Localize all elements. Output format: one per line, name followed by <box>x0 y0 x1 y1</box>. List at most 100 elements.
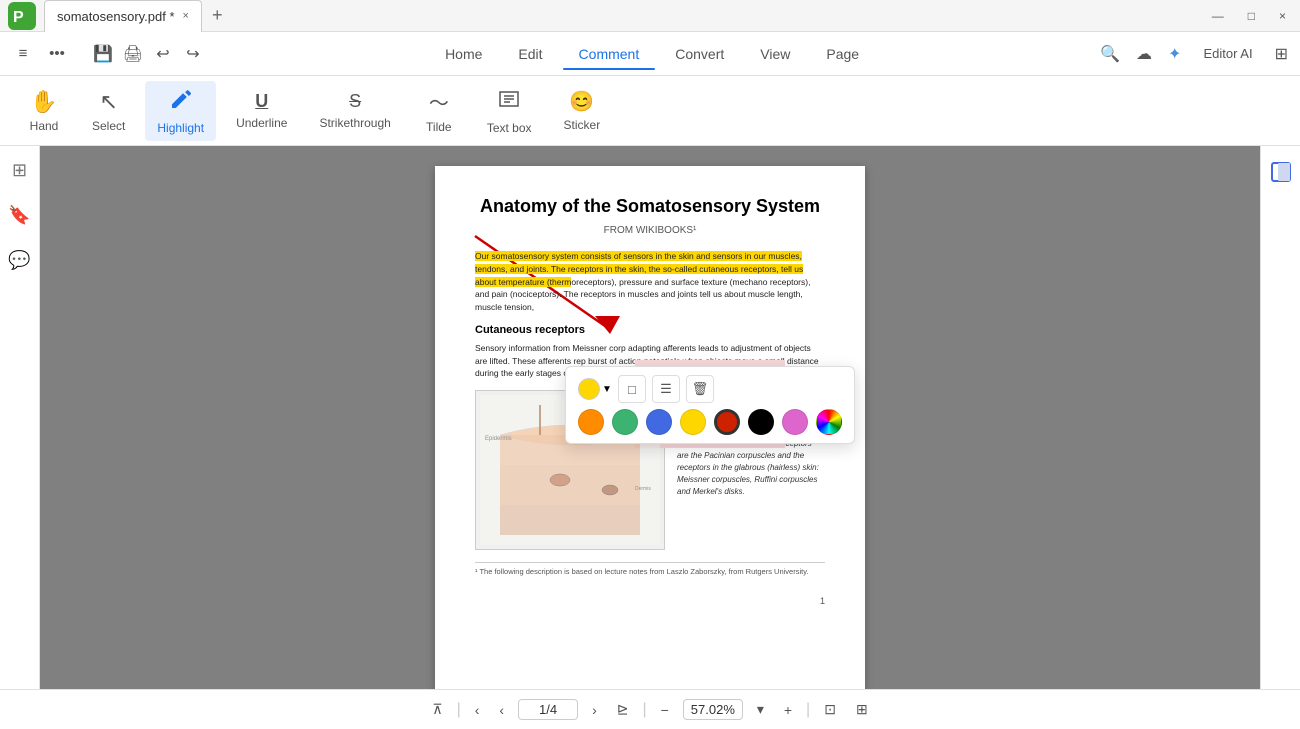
hand-tool-btn[interactable]: ✋ Hand <box>16 83 72 139</box>
sidebar-comment-icon[interactable]: 💬 <box>2 244 36 277</box>
hand-icon: ✋ <box>30 89 57 115</box>
strikethrough-icon: S <box>349 91 361 112</box>
tab-close-btn[interactable]: × <box>183 10 189 22</box>
current-color-swatch[interactable] <box>578 378 600 400</box>
search-btn[interactable]: 🔍 <box>1096 40 1124 68</box>
nav-comment[interactable]: Comment <box>563 40 656 68</box>
page-number: 1 <box>475 596 825 606</box>
textbox-tool-btn[interactable]: Text box <box>475 81 544 141</box>
main-content: ⊞ 🔖 💬 Anatomy of the Somatosensory Syste… <box>0 146 1300 689</box>
nav-edit[interactable]: Edit <box>502 40 558 68</box>
nav-prev-btn[interactable]: ‹ <box>493 698 510 722</box>
highlight-tool-btn[interactable]: Highlight <box>145 81 216 141</box>
print-btn[interactable]: 🖨 <box>118 39 148 69</box>
underline-icon: U <box>255 91 268 112</box>
divider-1: | <box>457 701 461 719</box>
redo-btn[interactable]: ↪ <box>178 39 208 69</box>
color-pink[interactable] <box>782 409 808 435</box>
popup-delete-btn[interactable]: 🗑 <box>686 375 714 403</box>
undo-btn[interactable]: ↩ <box>148 39 178 69</box>
editor-ai-label: Editor AI <box>1203 46 1252 61</box>
right-panel-icon[interactable] <box>1263 154 1299 196</box>
go-first-page-btn[interactable]: ⊼ <box>426 697 448 722</box>
nav-view[interactable]: View <box>744 40 806 68</box>
menubar-right: 🔍 ☁ ✦ Editor AI ⊞ <box>1096 40 1292 68</box>
sticker-tool-btn[interactable]: 😊 Sticker <box>552 83 613 138</box>
pdf-section-cutaneous: Cutaneous receptors <box>475 324 825 336</box>
zoom-out-btn[interactable]: − <box>655 698 675 722</box>
menubar: ≡ ••• 💾 🖨 ↩ ↪ Home Edit Comment Convert … <box>0 32 1300 76</box>
maximize-btn[interactable]: □ <box>1242 7 1261 25</box>
tab-bar: somatosensory.pdf * × + <box>44 0 1206 32</box>
hamburger-menu-btn[interactable]: ≡ <box>8 39 38 69</box>
active-tab[interactable]: somatosensory.pdf * × <box>44 0 202 32</box>
select-label: Select <box>92 119 125 133</box>
divider-3: | <box>806 701 810 719</box>
color-swatches-row <box>578 409 842 435</box>
sticker-icon: 😊 <box>569 89 594 114</box>
pdf-footnote: ¹ The following description is based on … <box>475 562 825 576</box>
textbox-label: Text box <box>487 121 532 135</box>
zoom-dropdown-btn[interactable]: ▾ <box>751 697 770 722</box>
color-red[interactable] <box>714 409 740 435</box>
svg-text:P: P <box>13 9 24 26</box>
pdf-doc-title: Anatomy of the Somatosensory System <box>475 196 825 217</box>
zoom-in-btn[interactable]: + <box>778 698 798 722</box>
color-black[interactable] <box>748 409 774 435</box>
save-btn[interactable]: 💾 <box>88 39 118 69</box>
popup-note-btn[interactable]: ☰ <box>652 375 680 403</box>
sticker-label: Sticker <box>564 118 601 132</box>
new-tab-btn[interactable]: + <box>206 5 229 26</box>
tilde-label: Tilde <box>426 120 452 134</box>
color-green[interactable] <box>612 409 638 435</box>
nav-page[interactable]: Page <box>810 40 875 68</box>
tilde-icon: ～ <box>429 87 449 116</box>
highlighted-content: Our somatosensory system consists of sen… <box>475 251 803 287</box>
highlight-icon <box>169 87 193 117</box>
strikethrough-label: Strikethrough <box>319 116 390 130</box>
sidebar-thumbnail-icon[interactable]: ⊞ <box>6 154 33 187</box>
pdf-body-text: Our somatosensory system consists of sen… <box>475 250 825 314</box>
pdf-container[interactable]: Anatomy of the Somatosensory System FROM… <box>40 146 1260 689</box>
editor-ai-btn[interactable]: Editor AI <box>1193 42 1262 65</box>
highlight-label: Highlight <box>157 121 204 135</box>
fullscreen-btn[interactable]: ⊞ <box>850 697 874 722</box>
fit-page-btn[interactable]: ⊡ <box>818 697 842 722</box>
select-icon: ↖ <box>99 89 117 115</box>
comment-toolbar: ✋ Hand ↖ Select Highlight U Underline S … <box>0 76 1300 146</box>
tab-filename: somatosensory.pdf * <box>57 9 175 24</box>
expand-menu-btn[interactable]: ⊞ <box>1271 40 1292 68</box>
select-tool-btn[interactable]: ↖ Select <box>80 83 137 139</box>
popup-border-btn[interactable]: □ <box>618 375 646 403</box>
color-yellow[interactable] <box>680 409 706 435</box>
right-sidebar <box>1260 146 1300 689</box>
prev-page-btn[interactable]: ‹ <box>469 698 486 722</box>
more-options-btn[interactable]: ••• <box>42 39 72 69</box>
go-last-page-btn[interactable]: ⊵ <box>611 697 635 722</box>
strikethrough-tool-btn[interactable]: S Strikethrough <box>307 85 402 136</box>
color-picker-popup: ▼ □ ☰ 🗑 <box>565 366 855 444</box>
minimize-btn[interactable]: — <box>1206 7 1230 25</box>
underline-label: Underline <box>236 116 287 130</box>
app-logo: P <box>8 2 36 30</box>
color-orange[interactable] <box>578 409 604 435</box>
underline-tool-btn[interactable]: U Underline <box>224 85 299 136</box>
svg-text:Dermis: Dermis <box>635 486 651 492</box>
close-btn[interactable]: × <box>1273 7 1292 25</box>
nav-home[interactable]: Home <box>429 40 498 68</box>
sidebar-bookmark-icon[interactable]: 🔖 <box>2 199 36 232</box>
zoom-level-input[interactable] <box>683 699 743 720</box>
hand-label: Hand <box>30 119 59 133</box>
color-rainbow[interactable] <box>816 409 842 435</box>
color-blue[interactable] <box>646 409 672 435</box>
nav-convert[interactable]: Convert <box>659 40 740 68</box>
cloud-btn[interactable]: ☁ <box>1132 40 1156 68</box>
ai-star-icon: ✦ <box>1164 40 1185 68</box>
page-number-input[interactable]: 1/4 <box>518 699 578 720</box>
popup-toolbar: ▼ □ ☰ 🗑 <box>578 375 842 403</box>
color-selector[interactable]: ▼ <box>578 378 612 400</box>
tilde-tool-btn[interactable]: ～ Tilde <box>411 81 467 140</box>
next-page-btn[interactable]: › <box>586 698 603 722</box>
color-dropdown-icon[interactable]: ▼ <box>602 384 612 395</box>
titlebar: P somatosensory.pdf * × + — □ × <box>0 0 1300 32</box>
